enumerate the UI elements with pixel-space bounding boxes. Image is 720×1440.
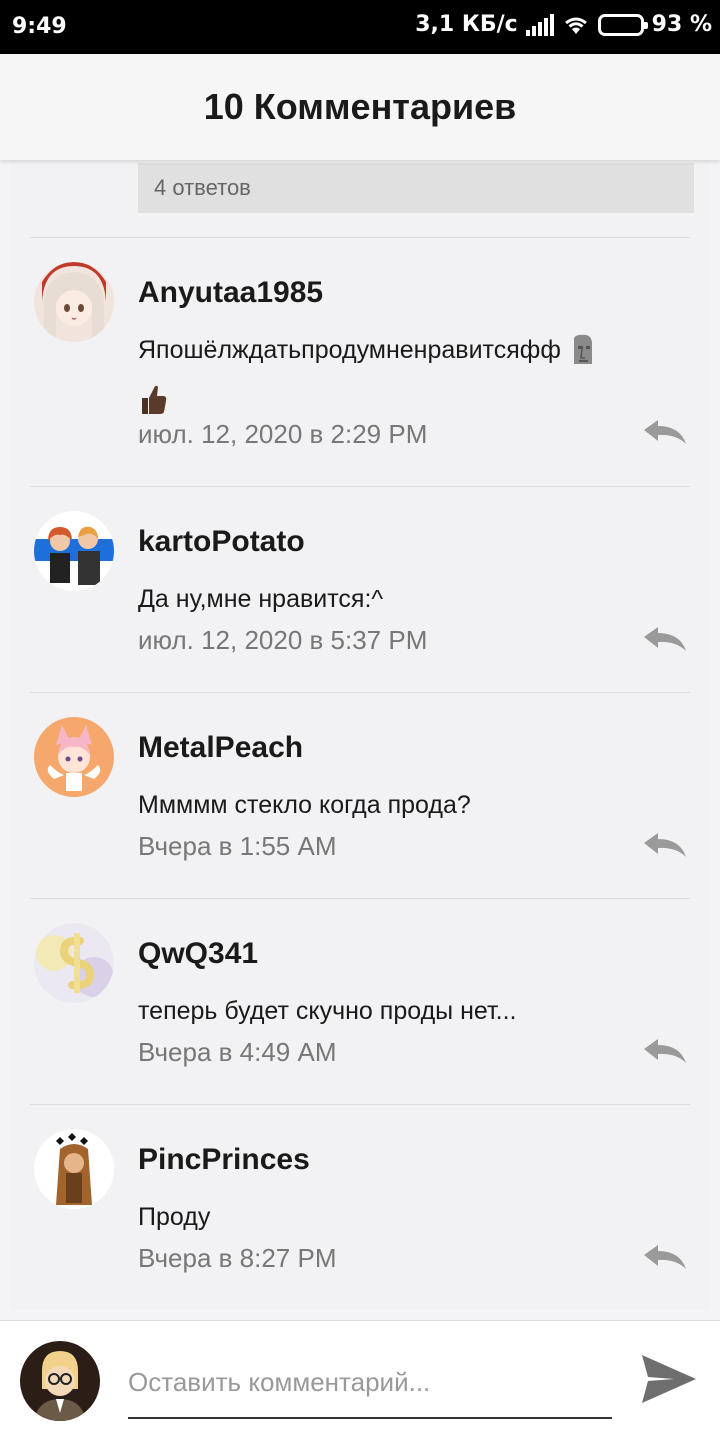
comment-date: июл. 12, 2020 в 5:37 PM bbox=[138, 625, 428, 655]
comment-text: Ммммм стекло когда прода? bbox=[138, 791, 471, 819]
comment-author[interactable]: QwQ341 bbox=[138, 937, 258, 971]
page-title: 10 Комментариев bbox=[203, 86, 517, 127]
comment-list[interactable]: 4 ответов Anyutaa1985 Япошёлждатьпродумн… bbox=[10, 160, 710, 1310]
show-replies-button[interactable]: 4 ответов bbox=[138, 163, 694, 213]
comment-author[interactable]: Anyutaa1985 bbox=[138, 276, 323, 310]
status-time: 9:49 bbox=[12, 14, 67, 39]
comment-text: Япошёлждатьпродумненравитсяфф bbox=[138, 326, 678, 422]
comment-item: Anyutaa1985 Япошёлждатьпродумненравитсяф… bbox=[10, 238, 710, 486]
comment-text: Да ну,мне нравится:^ bbox=[138, 585, 384, 613]
comment-item: PincPrinces Проду Вчера в 8:27 PM bbox=[10, 1105, 710, 1310]
avatar[interactable] bbox=[34, 1129, 114, 1209]
comment-item: MetalPeach Ммммм стекло когда прода? Вче… bbox=[10, 693, 710, 898]
reply-arrow-icon[interactable] bbox=[642, 625, 688, 655]
comment-input-wrapper bbox=[128, 1349, 612, 1419]
avatar[interactable] bbox=[34, 262, 114, 342]
comment-date: Вчера в 8:27 PM bbox=[138, 1243, 337, 1273]
comment-item: kartoPotato Да ну,мне нравится:^ июл. 12… bbox=[10, 487, 710, 692]
avatar[interactable] bbox=[34, 717, 114, 797]
avatar[interactable] bbox=[34, 511, 114, 591]
comment-text-body: Япошёлждатьпродумненравитсяфф bbox=[138, 336, 561, 364]
comment-composer bbox=[0, 1320, 720, 1440]
battery-percent: 93 % bbox=[651, 12, 712, 37]
battery-icon bbox=[597, 13, 648, 36]
comment-date: июл. 12, 2020 в 2:29 PM bbox=[138, 419, 428, 449]
send-icon[interactable] bbox=[640, 1353, 698, 1405]
moai-emoji-icon bbox=[573, 335, 592, 365]
comment-text: Проду bbox=[138, 1203, 211, 1231]
comment-author[interactable]: MetalPeach bbox=[138, 731, 303, 765]
wifi-icon bbox=[564, 17, 587, 34]
comment-author[interactable]: PincPrinces bbox=[138, 1143, 310, 1177]
comments-header: 10 Комментариев bbox=[0, 54, 720, 160]
reply-arrow-icon[interactable] bbox=[642, 831, 688, 861]
reply-arrow-icon[interactable] bbox=[642, 1037, 688, 1067]
comment-author[interactable]: kartoPotato bbox=[138, 525, 305, 559]
user-avatar[interactable] bbox=[20, 1341, 100, 1421]
cell-signal-icon bbox=[525, 13, 554, 36]
reply-arrow-icon[interactable] bbox=[642, 1243, 688, 1273]
avatar[interactable] bbox=[34, 923, 114, 1003]
comment-item: QwQ341 теперь будет скучно проды нет... … bbox=[10, 899, 710, 1104]
comment-date: Вчера в 4:49 AM bbox=[138, 1037, 337, 1067]
reply-arrow-icon[interactable] bbox=[642, 418, 688, 448]
network-speed: 3,1 КБ/с bbox=[415, 12, 518, 37]
comment-text: теперь будет скучно проды нет... bbox=[138, 997, 517, 1025]
comment-date: Вчера в 1:55 AM bbox=[138, 831, 337, 861]
thumbs-up-emoji-icon bbox=[142, 386, 167, 415]
status-bar: 9:49 3,1 КБ/с 93 % bbox=[0, 0, 720, 54]
comment-input[interactable] bbox=[128, 1349, 612, 1415]
